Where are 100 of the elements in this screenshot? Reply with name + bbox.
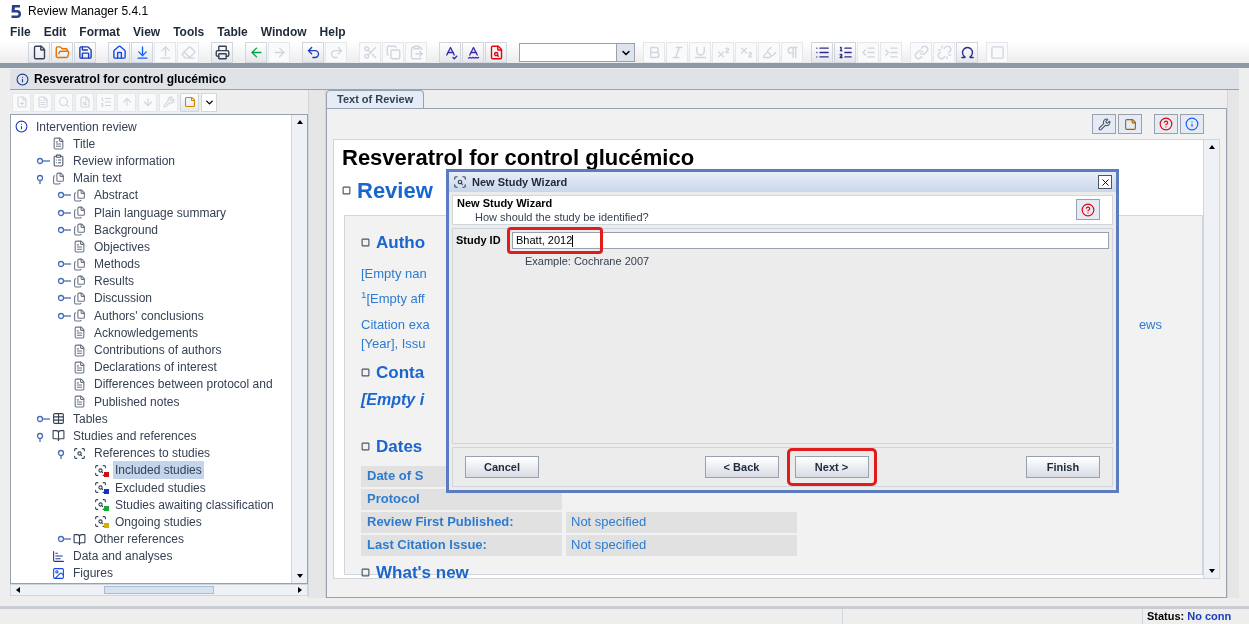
menu-item[interactable]: View xyxy=(133,23,161,41)
info-button[interactable] xyxy=(1180,114,1204,134)
wizard-button[interactable]: Finish xyxy=(1026,456,1100,478)
help-icon xyxy=(1081,202,1095,217)
tree-item[interactable]: Data and analyses xyxy=(71,547,175,566)
house-button[interactable] xyxy=(108,42,130,63)
study-id-field[interactable]: Bhatt, 2012 xyxy=(513,233,1108,248)
tree-item[interactable]: Review information xyxy=(71,151,178,170)
wizard-button[interactable]: Cancel xyxy=(465,456,539,478)
wizard-heading: New Study Wizard xyxy=(457,196,554,210)
tree-item[interactable]: Included studies xyxy=(113,461,204,480)
section-icon xyxy=(73,206,88,220)
note-button[interactable] xyxy=(1118,114,1142,134)
undo-button[interactable] xyxy=(302,42,324,63)
save-icon xyxy=(77,45,93,60)
search-icon xyxy=(57,96,70,108)
tree-item[interactable]: Intervention review xyxy=(34,117,139,136)
menu-item[interactable]: Format xyxy=(79,23,120,41)
note-icon xyxy=(1123,117,1137,131)
tree-item[interactable]: Contributions of authors xyxy=(92,341,224,360)
tree-item[interactable]: Methods xyxy=(92,255,143,274)
tree-item[interactable]: Background xyxy=(92,220,161,239)
tree-item[interactable]: Other references xyxy=(92,530,187,549)
font-dropdown[interactable] xyxy=(519,43,635,62)
menu-item[interactable]: File xyxy=(10,23,31,41)
vertical-scrollbar[interactable] xyxy=(1203,140,1219,578)
edit-icon xyxy=(36,96,49,108)
wizard-button[interactable]: < Back xyxy=(704,456,779,478)
wizard-question: How should the study be identified? xyxy=(474,210,649,224)
tree-item[interactable]: Main text xyxy=(71,169,124,188)
dialog-title: New Study Wizard xyxy=(472,174,568,190)
tab[interactable]: Text of Review xyxy=(326,90,425,108)
section-heading: Review xyxy=(357,177,433,205)
date-value: Not specified xyxy=(566,511,797,533)
status-label: Status: xyxy=(1147,609,1185,624)
collapse-icon[interactable] xyxy=(361,367,370,377)
collapse-icon[interactable] xyxy=(361,238,370,248)
scroll-left-arrow-icon[interactable] xyxy=(14,586,22,594)
scroll-right-arrow-icon[interactable] xyxy=(296,586,304,594)
tools-button[interactable] xyxy=(1092,114,1116,134)
tree-item[interactable]: Declarations of interest xyxy=(92,358,219,377)
collapse-icon[interactable] xyxy=(361,568,370,577)
tree-item[interactable]: Ongoing studies xyxy=(113,512,204,531)
document-search-button[interactable] xyxy=(485,42,507,63)
tree-item[interactable]: Excluded studies xyxy=(113,478,208,497)
document-title: Resveratrol for control glucémico xyxy=(342,144,696,172)
horizontal-scrollbar[interactable] xyxy=(10,584,308,596)
close-button[interactable] xyxy=(1098,175,1112,189)
tree-item[interactable]: Studies awaiting classification xyxy=(113,495,276,514)
menu-item[interactable]: Help xyxy=(319,23,346,41)
tree-item[interactable]: Authors' conclusions xyxy=(92,306,206,325)
image-icon xyxy=(52,566,67,580)
italic-icon xyxy=(669,45,685,60)
collapse-icon[interactable] xyxy=(361,442,370,452)
printer-icon xyxy=(214,45,230,60)
printer-button[interactable] xyxy=(211,42,233,63)
new-document-button[interactable] xyxy=(28,42,50,63)
collapse-icon[interactable] xyxy=(342,186,351,195)
save-button[interactable] xyxy=(74,42,96,63)
section-icon xyxy=(73,188,88,202)
date-value: Not specified xyxy=(566,534,797,556)
contact-person: [Empty i xyxy=(361,390,426,410)
tree-item[interactable]: Discussion xyxy=(92,289,155,308)
menu-item[interactable]: Tools xyxy=(173,23,205,41)
affiliation: $^{1}$[Empty aff xyxy=(361,289,426,308)
dropdown-button[interactable] xyxy=(201,92,217,112)
tree-item[interactable]: Objectives xyxy=(92,237,153,256)
tree-item[interactable]: Title xyxy=(71,134,98,153)
tree-item[interactable]: Results xyxy=(92,272,136,291)
tree-item[interactable]: Published notes xyxy=(92,392,182,411)
citation-text: ews xyxy=(1138,315,1162,334)
tree-item[interactable]: Acknowledgements xyxy=(92,323,201,342)
undo-icon xyxy=(305,45,321,60)
help-button[interactable] xyxy=(1154,114,1178,134)
numbered-list-button[interactable] xyxy=(834,42,856,63)
tree-item[interactable]: Plain language summary xyxy=(92,203,229,222)
underline-icon xyxy=(692,45,708,60)
tree-item[interactable]: Studies and references xyxy=(71,426,199,445)
spell-check-button[interactable] xyxy=(439,42,461,63)
section-heading: What's new xyxy=(376,563,469,578)
bullet-list-button[interactable] xyxy=(811,42,833,63)
tree-item[interactable]: References to studies xyxy=(92,444,213,463)
unlink-icon xyxy=(936,45,952,60)
menu-item[interactable]: Window xyxy=(260,23,307,41)
section-icon xyxy=(73,223,88,237)
vertical-scrollbar[interactable] xyxy=(291,115,307,583)
spell-check-button[interactable] xyxy=(462,42,484,63)
tree-item[interactable]: Abstract xyxy=(92,186,140,205)
menu-item[interactable]: Table xyxy=(217,23,248,41)
tree-item[interactable]: Figures xyxy=(71,564,115,583)
help-button[interactable] xyxy=(1076,199,1100,220)
import-button[interactable] xyxy=(131,42,153,63)
back-arrow-button[interactable] xyxy=(245,42,267,63)
omega-button[interactable] xyxy=(956,42,978,63)
magnifier-icon xyxy=(73,446,88,460)
wizard-button[interactable]: Next > xyxy=(794,456,869,478)
date-label: Review First Published: xyxy=(361,511,562,533)
tree-item[interactable]: Tables xyxy=(71,409,110,428)
tree-item[interactable]: Differences between protocol and xyxy=(92,375,275,394)
menu-item[interactable]: Edit xyxy=(43,23,67,41)
